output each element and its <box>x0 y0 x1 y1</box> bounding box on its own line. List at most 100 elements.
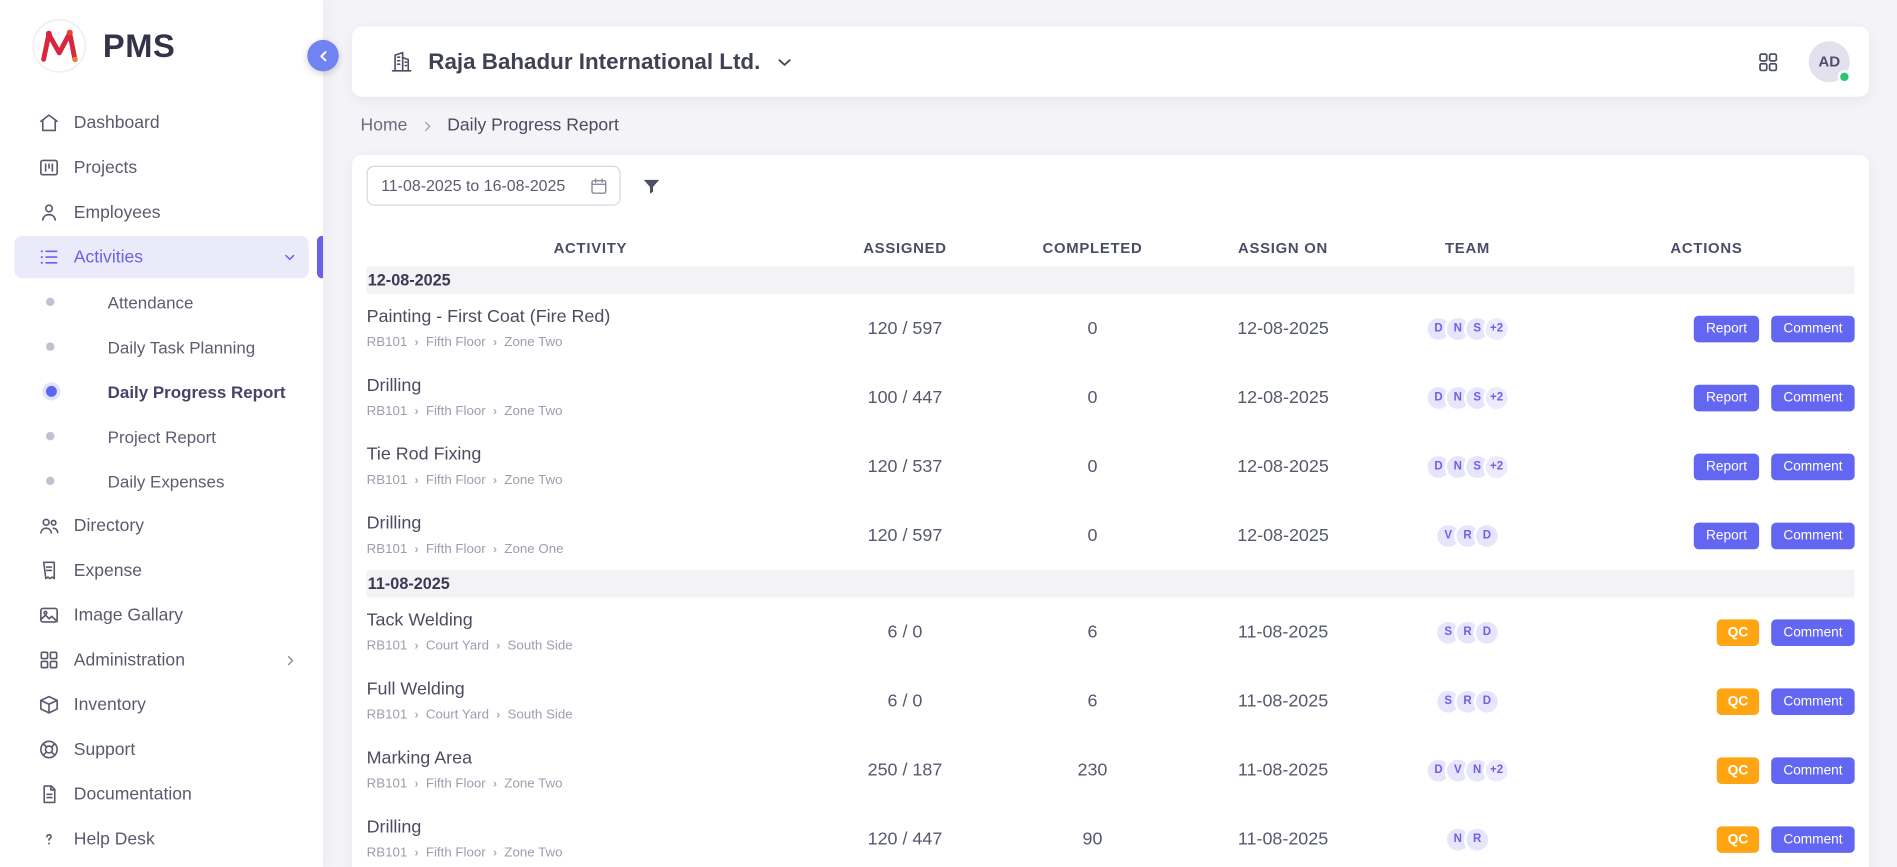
report-button[interactable]: Report <box>1694 522 1759 549</box>
sidebar-item-image-gallary[interactable]: Image Gallary <box>15 594 309 636</box>
comment-button[interactable]: Comment <box>1771 688 1854 715</box>
completed-value: 6 <box>996 622 1190 641</box>
grid-icon <box>1757 50 1780 73</box>
sidebar-item-daily-task-planning[interactable]: Daily Task Planning <box>15 325 309 367</box>
app-window: PMS Dashboard Projects Employees Activit… <box>0 0 1897 867</box>
date-range-input[interactable]: 11-08-2025 to 16-08-2025 <box>367 166 621 206</box>
chevron-right-icon: › <box>415 405 419 418</box>
path-segment: Court Yard <box>426 639 489 654</box>
team-member-avatar[interactable]: D <box>1474 688 1501 715</box>
report-button[interactable]: Report <box>1694 315 1759 342</box>
actions-cell: QC Comment <box>1558 688 1854 715</box>
actions-cell: QC Comment <box>1558 826 1854 853</box>
sidebar-item-expense[interactable]: Expense <box>15 549 309 591</box>
sidebar-item-dashboard[interactable]: Dashboard <box>15 102 309 144</box>
path-segment: Zone Two <box>504 846 562 861</box>
calendar-icon <box>589 176 608 195</box>
team-member-avatar[interactable]: D <box>1474 619 1501 646</box>
activity-cell: Painting - First Coat (Fire Red) RB101›F… <box>367 307 815 349</box>
chevron-right-icon: › <box>493 405 497 418</box>
team-member-avatar[interactable]: D <box>1474 522 1501 549</box>
actions-cell: Report Comment <box>1558 453 1854 480</box>
logo[interactable]: PMS <box>0 0 323 92</box>
assign-on-value: 11-08-2025 <box>1189 829 1377 848</box>
activity-title: Tie Rod Fixing <box>367 445 815 464</box>
assign-on-value: 11-08-2025 <box>1189 622 1377 641</box>
sidebar-item-employees[interactable]: Employees <box>15 191 309 233</box>
qc-button[interactable]: QC <box>1717 619 1759 646</box>
team-member-avatar[interactable]: R <box>1464 826 1491 853</box>
assign-on-value: 11-08-2025 <box>1189 760 1377 779</box>
sidebar-collapse-button[interactable] <box>307 40 338 71</box>
sidebar-item-label: Dashboard <box>74 113 160 132</box>
comment-button[interactable]: Comment <box>1771 315 1854 342</box>
filter-button[interactable] <box>641 175 662 197</box>
column-header-assigned: ASSIGNED <box>814 240 995 257</box>
comment-button[interactable]: Comment <box>1771 826 1854 853</box>
logo-icon <box>31 18 87 74</box>
report-button[interactable]: Report <box>1694 384 1759 411</box>
sidebar-item-inventory[interactable]: Inventory <box>15 684 309 726</box>
expense-icon <box>38 559 61 582</box>
user-avatar[interactable]: AD <box>1809 41 1850 82</box>
sidebar-item-projects[interactable]: Projects <box>15 146 309 188</box>
sidebar-item-activities[interactable]: Activities <box>15 236 309 278</box>
table-row: Drilling RB101›Fifth Floor›Zone Two 100 … <box>367 363 1855 432</box>
qc-button[interactable]: QC <box>1717 688 1759 715</box>
sidebar-subitem-label: Attendance <box>108 292 194 311</box>
path-segment: RB101 <box>367 335 408 350</box>
sidebar-item-label: Inventory <box>74 695 146 714</box>
comment-button[interactable]: Comment <box>1771 522 1854 549</box>
team-avatars: DVN+2 <box>1377 757 1558 784</box>
sidebar-item-daily-progress-report[interactable]: Daily Progress Report <box>15 370 309 412</box>
comment-button[interactable]: Comment <box>1771 619 1854 646</box>
assigned-value: 6 / 0 <box>814 622 995 641</box>
avatar-initials: AD <box>1818 53 1840 70</box>
comment-button[interactable]: Comment <box>1771 384 1854 411</box>
report-button[interactable]: Report <box>1694 453 1759 480</box>
completed-value: 230 <box>996 760 1190 779</box>
completed-value: 6 <box>996 691 1190 710</box>
sidebar-item-attendance[interactable]: Attendance <box>15 281 309 323</box>
bullet-icon <box>46 432 54 440</box>
sidebar-item-directory[interactable]: Directory <box>15 504 309 546</box>
activity-title: Drilling <box>367 376 815 395</box>
sidebar-item-daily-expenses[interactable]: Daily Expenses <box>15 460 309 502</box>
team-more-badge[interactable]: +2 <box>1483 315 1510 342</box>
sidebar-subitem-label: Daily Task Planning <box>108 337 256 356</box>
sidebar-item-administration[interactable]: Administration <box>15 639 309 681</box>
column-header-team: TEAM <box>1377 240 1558 257</box>
team-more-badge[interactable]: +2 <box>1483 757 1510 784</box>
actions-cell: Report Comment <box>1558 315 1854 342</box>
team-more-badge[interactable]: +2 <box>1483 384 1510 411</box>
apps-menu-button[interactable] <box>1757 50 1780 73</box>
path-segment: RB101 <box>367 777 408 792</box>
qc-button[interactable]: QC <box>1717 826 1759 853</box>
chevron-right-icon: › <box>415 474 419 487</box>
team-avatars: DNS+2 <box>1377 315 1558 342</box>
table-row: Tie Rod Fixing RB101›Fifth Floor›Zone Tw… <box>367 432 1855 501</box>
company-selector[interactable]: Raja Bahadur International Ltd. <box>390 48 796 75</box>
comment-button[interactable]: Comment <box>1771 757 1854 784</box>
assigned-value: 120 / 597 <box>814 526 995 545</box>
inventory-icon <box>38 693 61 716</box>
completed-value: 90 <box>996 829 1190 848</box>
team-avatars: NR <box>1377 826 1558 853</box>
comment-button[interactable]: Comment <box>1771 453 1854 480</box>
team-avatars: DNS+2 <box>1377 384 1558 411</box>
team-more-badge[interactable]: +2 <box>1483 453 1510 480</box>
qc-button[interactable]: QC <box>1717 757 1759 784</box>
activity-title: Marking Area <box>367 749 815 768</box>
sidebar-item-support[interactable]: Support <box>15 728 309 770</box>
breadcrumb-home-link[interactable]: Home <box>361 116 408 135</box>
assign-on-value: 12-08-2025 <box>1189 457 1377 476</box>
activity-cell: Tack Welding RB101›Court Yard›South Side <box>367 611 815 653</box>
sidebar-item-label: Expense <box>74 561 142 580</box>
sidebar-item-help-desk[interactable]: Help Desk <box>15 818 309 860</box>
sidebar-item-documentation[interactable]: Documentation <box>15 773 309 815</box>
bullet-icon <box>46 386 57 397</box>
path-segment: Zone Two <box>504 404 562 419</box>
path-segment: Fifth Floor <box>426 542 486 557</box>
sidebar-item-project-report[interactable]: Project Report <box>15 415 309 457</box>
path-segment: RB101 <box>367 846 408 861</box>
